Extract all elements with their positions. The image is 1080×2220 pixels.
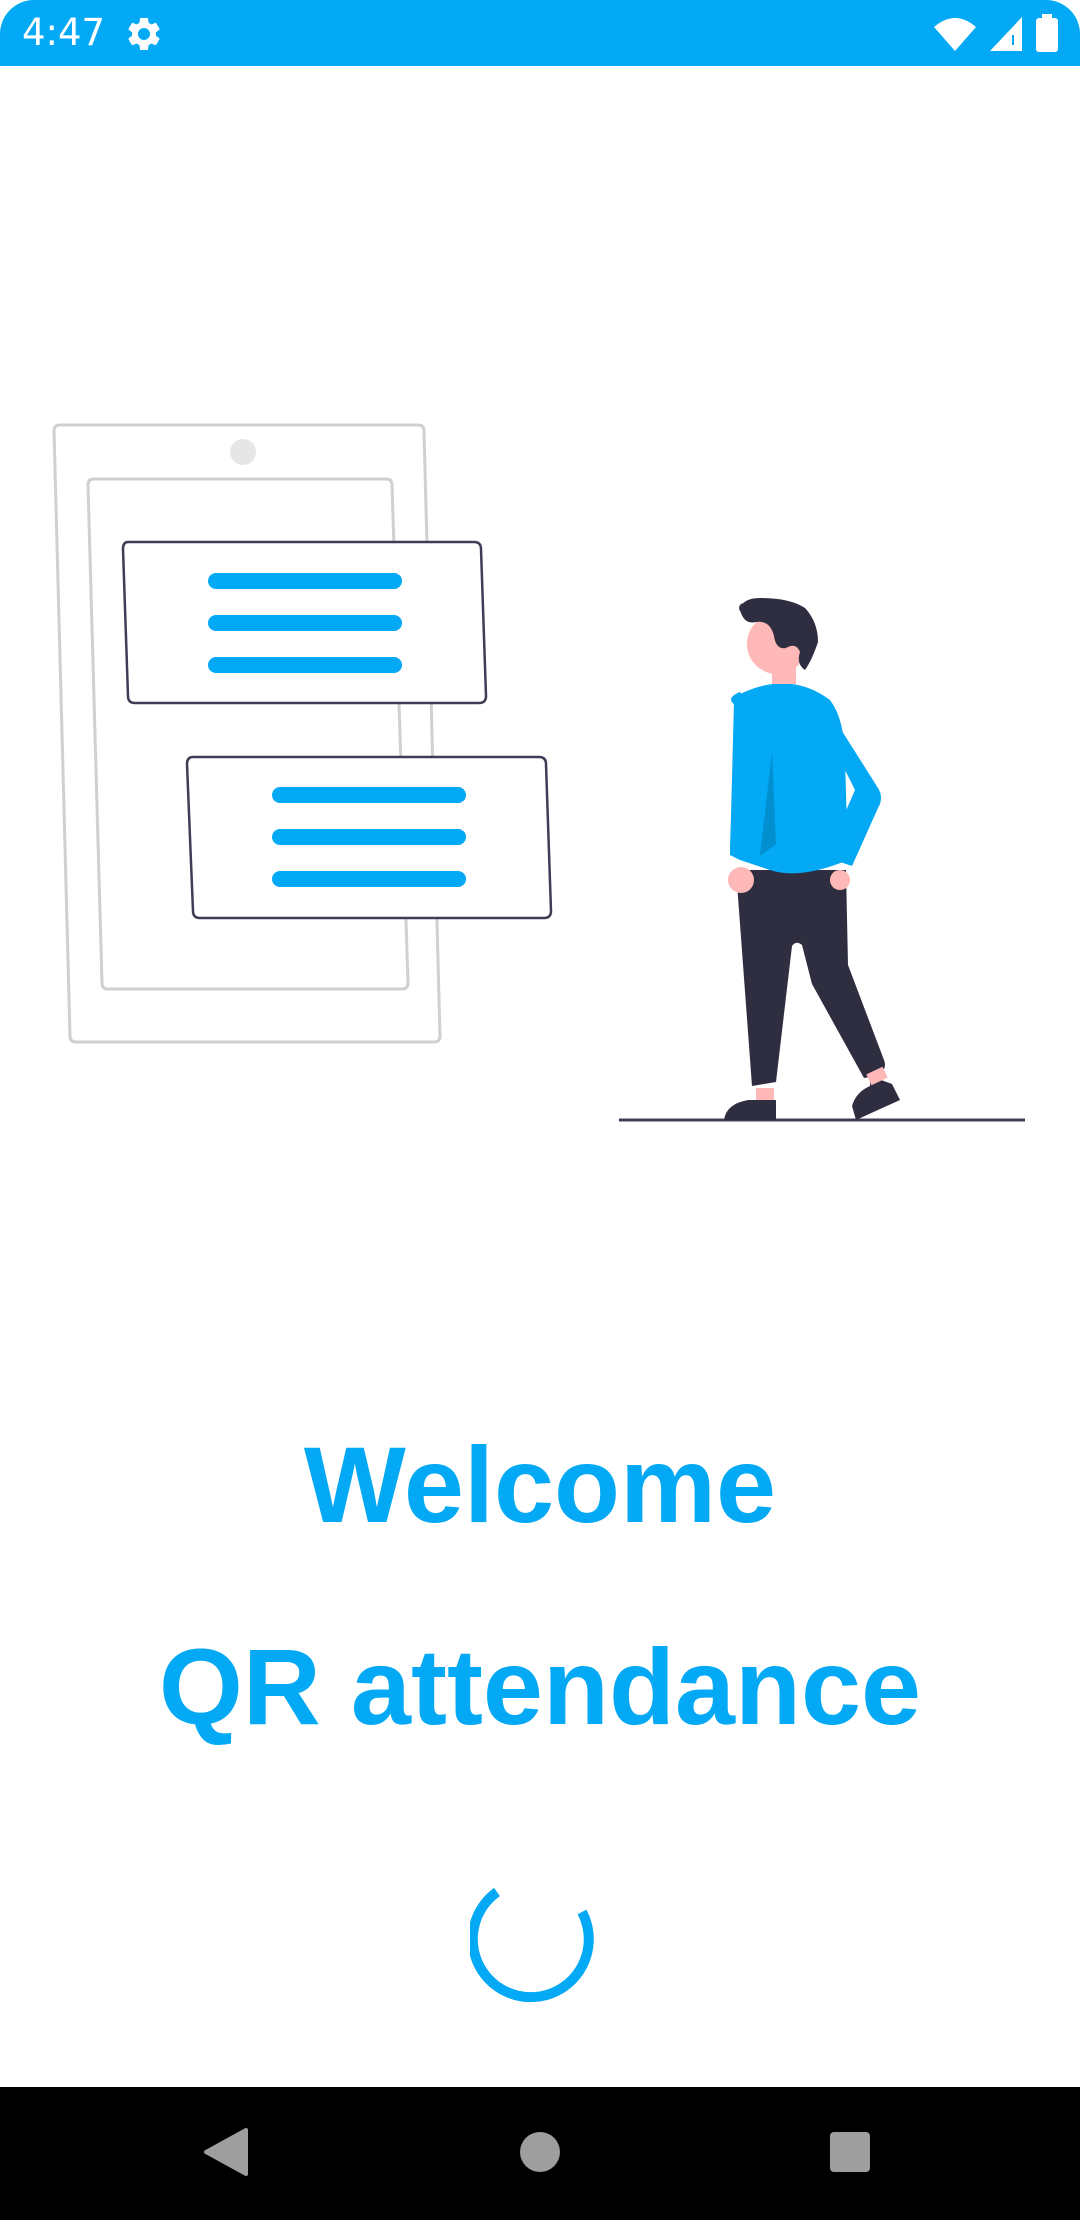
chat-card-top [121,540,488,705]
battery-icon [1036,14,1058,52]
back-icon [204,2128,248,2176]
welcome-title: Welcome [303,1424,777,1545]
status-bar: 4:47 [0,0,1080,66]
wifi-icon [934,18,976,51]
recents-button[interactable] [805,2107,895,2197]
splash-screen: 4:47 Welcome QR attendance [0,0,1080,2220]
person-illustration [724,598,900,1120]
chat-card-bottom [185,755,553,920]
home-button[interactable] [495,2107,585,2197]
status-time: 4:47 [22,11,106,54]
app-title: QR attendance [158,1626,922,1747]
back-button[interactable] [181,2107,271,2197]
home-icon [520,2132,560,2172]
gear-icon [128,17,160,50]
welcome-illustration [52,423,1025,1122]
progress-spinner [470,1887,594,2003]
signal-icon [990,17,1022,51]
status-icons [932,12,1060,56]
recents-icon [830,2132,870,2172]
navigation-bar [0,2087,1080,2220]
phone-illustration [52,423,442,1044]
